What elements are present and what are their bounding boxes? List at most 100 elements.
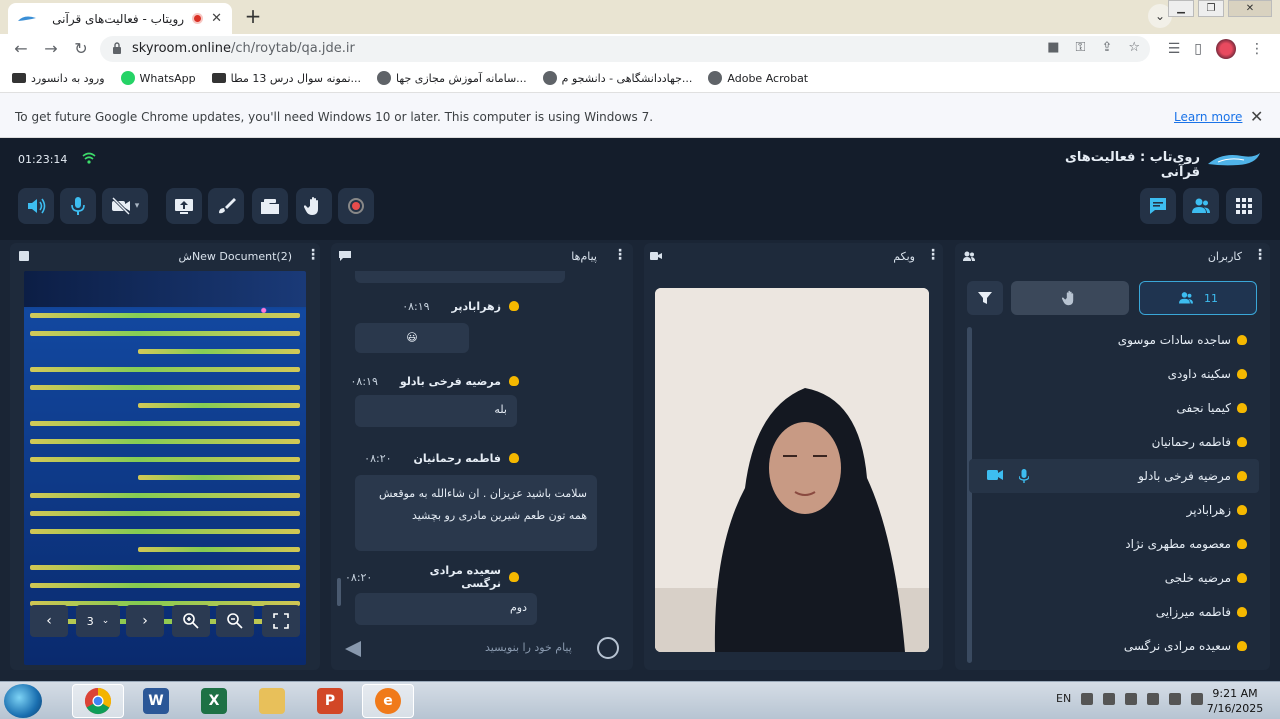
brush-icon: [219, 198, 236, 214]
message-time: ۰۸:۱۹: [402, 299, 430, 313]
profile-avatar[interactable]: [1216, 39, 1236, 59]
camera-icon[interactable]: ■: [1047, 40, 1059, 55]
panel-menu-icon[interactable]: ⋮: [1253, 247, 1267, 263]
taskbar-excel[interactable]: X: [188, 684, 240, 718]
reload-button[interactable]: ↻: [70, 38, 92, 60]
language-indicator[interactable]: EN: [1056, 692, 1071, 705]
emoji-icon[interactable]: [597, 637, 619, 659]
user-row[interactable]: ساجده سادات موسوی: [969, 323, 1259, 357]
layout-grid-button[interactable]: [1226, 188, 1262, 224]
user-row[interactable]: فاطمه رحمانیان: [969, 425, 1259, 459]
restore-button[interactable]: ❐: [1198, 0, 1224, 17]
minimize-button[interactable]: ▁: [1168, 0, 1194, 17]
panel-menu-icon[interactable]: ⋮: [926, 247, 940, 263]
forward-button[interactable]: →: [40, 38, 62, 60]
close-tab-icon[interactable]: ✕: [211, 11, 222, 26]
close-icon[interactable]: ✕: [1250, 107, 1263, 126]
panel-menu-icon[interactable]: ⋮: [306, 247, 320, 263]
volume-icon[interactable]: [1191, 692, 1204, 705]
user-row[interactable]: کیمیا نجفی: [969, 391, 1259, 425]
learn-more-link[interactable]: Learn more: [1174, 110, 1242, 124]
media-list-icon[interactable]: ☰: [1168, 41, 1181, 57]
clock-date: 7/16/2025: [1206, 702, 1264, 715]
control-bar: ▾: [0, 180, 1280, 240]
camera-toggle-button[interactable]: ▾: [102, 188, 148, 224]
user-row[interactable]: مرضیه خلجی: [969, 561, 1259, 595]
side-panel-icon[interactable]: ▯: [1194, 41, 1202, 57]
user-row[interactable]: معصومه مطهری نژاد: [969, 527, 1259, 561]
document-title: New Document(2)ش: [178, 250, 293, 263]
screen-share-button[interactable]: [166, 188, 202, 224]
sender-name: سعیده مرادی نرگسی: [429, 564, 501, 590]
message-sender: زهرابادپر ۰۸:۱۹: [402, 297, 519, 315]
bookmark-item[interactable]: نمونه سوال درس 13 مطا...: [211, 72, 361, 85]
taskbar-clock[interactable]: 9:21 AM 7/16/2025: [1205, 686, 1265, 716]
grid-icon: [1236, 198, 1252, 214]
bookmark-item[interactable]: سامانه آموزش مجازی جها...: [377, 71, 527, 85]
tray-app-icon[interactable]: [1081, 692, 1094, 705]
tray-app-icon[interactable]: [1103, 692, 1116, 705]
speaker-button[interactable]: [18, 188, 54, 224]
new-tab-button[interactable]: +: [240, 5, 266, 29]
users-panel: ⋮ کاربران 11 ساجده سادات موسوی سکینه داو…: [955, 243, 1270, 670]
zoom-in-button[interactable]: [172, 605, 210, 637]
network-icon[interactable]: [1169, 692, 1182, 705]
user-row[interactable]: مرضیه فرخی بادلو: [969, 459, 1259, 493]
bookmark-item[interactable]: WhatsApp: [120, 71, 196, 85]
microphone-button[interactable]: [60, 188, 96, 224]
start-button[interactable]: [4, 684, 42, 718]
users-icon: [1192, 198, 1210, 213]
sender-name: زهرابادپر: [451, 299, 501, 313]
user-name: فاطمه میرزایی: [1155, 605, 1231, 619]
panel-menu-icon[interactable]: ⋮: [613, 247, 627, 263]
back-button[interactable]: ←: [10, 38, 32, 60]
bookmarks-bar: ورود به دانسورد WhatsApp نمونه سوال درس …: [0, 64, 1280, 92]
user-icon: [1237, 471, 1247, 481]
taskbar-chrome[interactable]: [72, 684, 124, 718]
zoom-out-button[interactable]: [216, 605, 254, 637]
tray-app-icon[interactable]: [1125, 692, 1138, 705]
webcam-person-image: [655, 288, 929, 652]
all-users-tab[interactable]: 11: [1139, 281, 1257, 315]
taskbar-explorer[interactable]: [246, 684, 298, 718]
user-row[interactable]: فاطمه میرزایی: [969, 595, 1259, 629]
user-row[interactable]: زهرابادپر: [969, 493, 1259, 527]
bookmark-item[interactable]: ورود به دانسورد: [12, 72, 105, 85]
bluetooth-icon[interactable]: [1147, 692, 1160, 705]
next-page-button[interactable]: ›: [126, 605, 164, 637]
files-button[interactable]: [252, 188, 288, 224]
bookmark-star-icon[interactable]: ☆: [1128, 40, 1140, 55]
send-icon[interactable]: [345, 641, 361, 657]
whiteboard-button[interactable]: [208, 188, 244, 224]
users-toggle-button[interactable]: [1183, 188, 1219, 224]
bookmark-item[interactable]: Adobe Acrobat: [708, 71, 808, 85]
share-icon[interactable]: ⇪: [1101, 40, 1112, 55]
key-icon[interactable]: ⚿: [1076, 40, 1086, 55]
menu-kebab-icon[interactable]: ⋮: [1250, 41, 1264, 57]
message-input[interactable]: پیام خود را بنویسید: [339, 633, 629, 663]
sender-name: فاطمه رحمانیان: [413, 451, 501, 465]
browser-tab[interactable]: رویتاب - فعالیت‌های قرآنی ✕: [8, 3, 232, 34]
chat-icon: [339, 251, 351, 261]
prev-page-button[interactable]: ‹: [30, 605, 68, 637]
raised-hands-tab[interactable]: [1011, 281, 1129, 315]
user-name: ساجده سادات موسوی: [1117, 333, 1231, 347]
chat-toggle-button[interactable]: [1140, 188, 1176, 224]
bookmark-item[interactable]: جهاددانشگاهی - دانشجو م...: [542, 71, 692, 85]
raise-hand-button[interactable]: [296, 188, 332, 224]
fullscreen-button[interactable]: [262, 605, 300, 637]
user-row[interactable]: سکینه داودی: [969, 357, 1259, 391]
message-scrollbar[interactable]: [337, 578, 341, 606]
filter-button[interactable]: [967, 281, 1003, 315]
page-select[interactable]: 3 ⌄: [76, 605, 120, 637]
window-close-button[interactable]: ✕: [1228, 0, 1272, 17]
taskbar-skyroom[interactable]: e: [362, 684, 414, 718]
zoom-out-icon: [227, 613, 243, 629]
taskbar-word[interactable]: W: [130, 684, 182, 718]
taskbar-powerpoint[interactable]: P: [304, 684, 356, 718]
user-row[interactable]: سعیده مرادی نرگسی: [969, 629, 1259, 663]
user-icon: [1237, 539, 1247, 549]
infobar-message: To get future Google Chrome updates, you…: [15, 110, 654, 124]
record-button[interactable]: [338, 188, 374, 224]
address-bar[interactable]: skyroom.online/ch/roytab/qa.jde.ir ■ ⚿ ⇪…: [100, 36, 1150, 62]
